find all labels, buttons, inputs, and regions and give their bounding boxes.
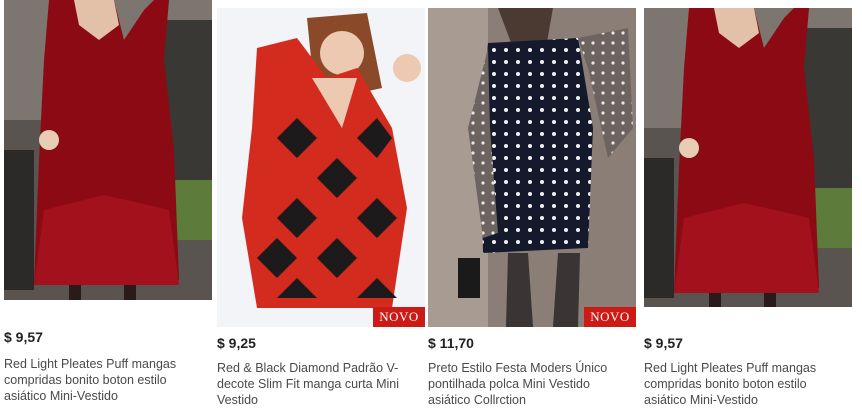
product-price: $ 9,57 <box>4 329 43 345</box>
product-card[interactable]: $ 9,57 Red Light Pleates Puff mangas com… <box>4 0 212 417</box>
product-price: $ 11,70 <box>428 335 474 351</box>
product-price: $ 9,57 <box>644 335 683 351</box>
new-badge: NOVO <box>584 307 636 327</box>
product-price: $ 9,25 <box>217 335 256 351</box>
product-title[interactable]: Red & Black Diamond Padrão V-decote Slim… <box>217 360 422 408</box>
product-title[interactable]: Red Light Pleates Puff mangas compridas … <box>644 360 849 408</box>
product-title[interactable]: Preto Estilo Festa Moders Único pontilha… <box>428 360 633 408</box>
product-title[interactable]: Red Light Pleates Puff mangas compridas … <box>4 356 209 404</box>
product-card[interactable]: $ 9,57 Red Light Pleates Puff mangas com… <box>644 0 852 417</box>
product-image[interactable]: NOVO <box>217 8 425 327</box>
product-card[interactable]: NOVO $ 11,70 Preto Estilo Festa Moders Ú… <box>428 0 636 417</box>
product-card[interactable]: NOVO $ 9,25 Red & Black Diamond Padrão V… <box>217 0 425 417</box>
product-image[interactable] <box>644 8 852 307</box>
product-image[interactable] <box>4 0 212 300</box>
new-badge: NOVO <box>373 307 425 327</box>
product-image[interactable]: NOVO <box>428 8 636 327</box>
